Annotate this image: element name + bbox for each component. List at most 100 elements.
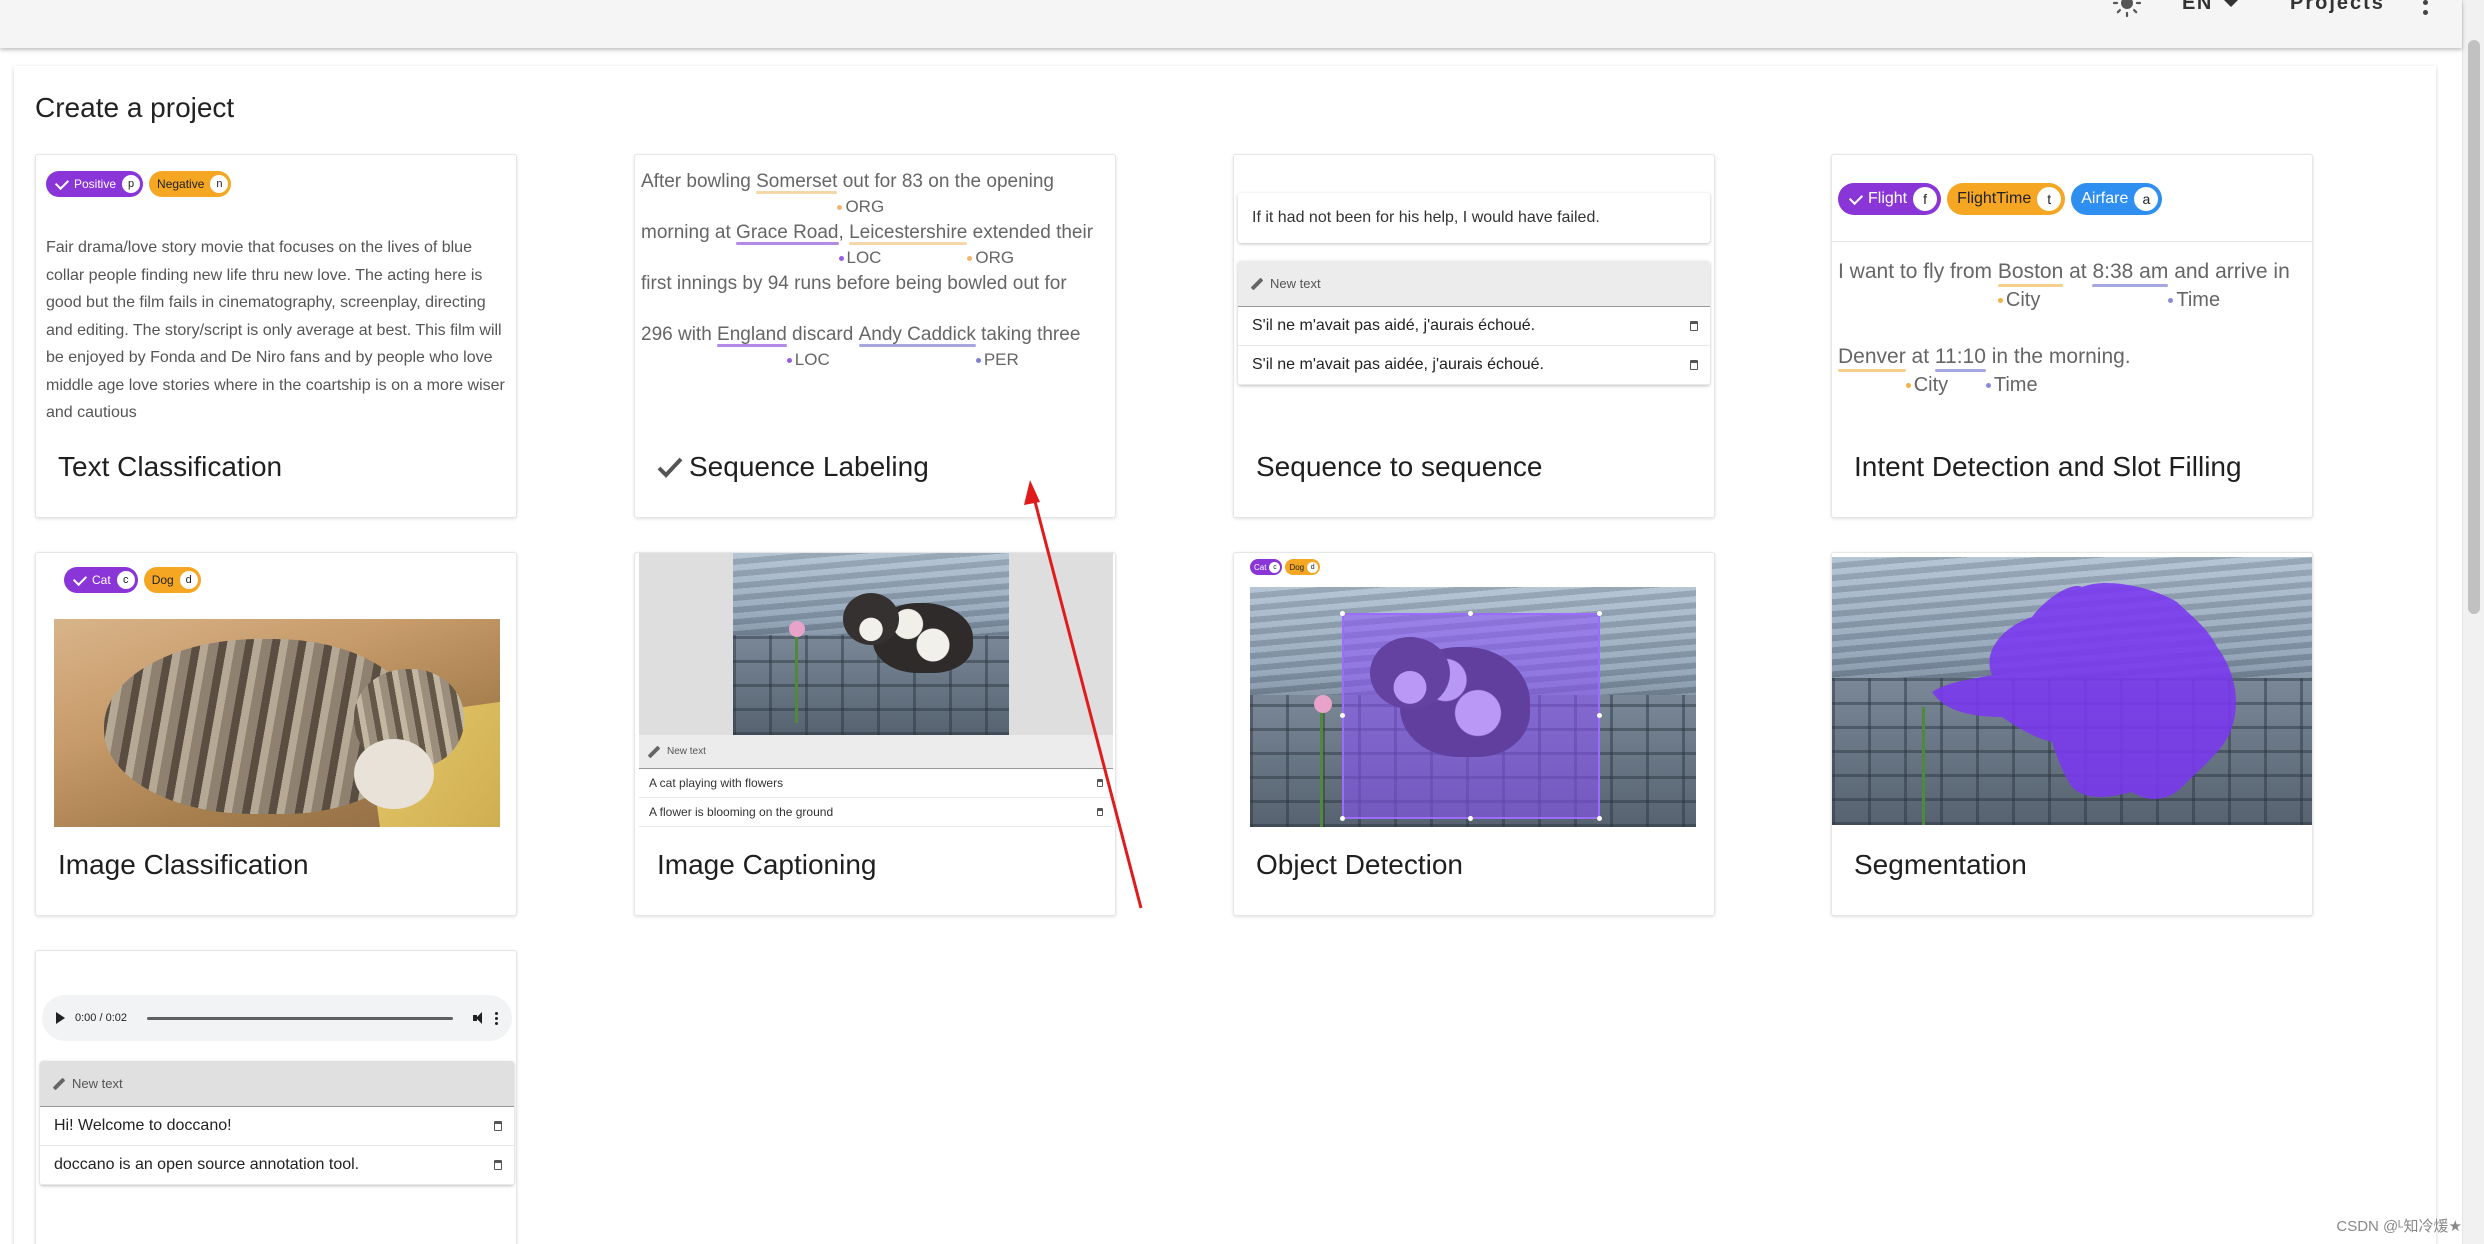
projects-button[interactable]: Projects <box>2290 0 2385 18</box>
text-line: I want to fly from Boston City at 8:38 am… <box>1838 257 2312 342</box>
list-item: S'il ne m'avait pas aidée, j'aurais écho… <box>1238 346 1710 385</box>
delete-icon <box>1097 808 1103 816</box>
pencil-icon <box>1250 277 1264 290</box>
slot-span: 11:10 Time <box>1934 342 2038 396</box>
list-item: Hi! Welcome to doccano! <box>40 1107 514 1146</box>
play-icon[interactable] <box>56 1012 65 1024</box>
card-sequence-to-sequence[interactable]: If it had not been for his help, I would… <box>1233 154 1715 518</box>
label-chip-dog: Dog d <box>1285 559 1321 575</box>
seq2seq-demo: If it had not been for his help, I would… <box>1234 155 1714 455</box>
list-item: A flower is blooming on the ground <box>639 798 1113 827</box>
kitten-photo <box>733 553 1009 735</box>
card-title: Sequence Labeling <box>657 451 929 483</box>
card-speech-to-text[interactable]: 0:00 / 0:02 New text Hi! Welcome to docc… <box>35 950 517 1244</box>
check-icon <box>72 571 88 586</box>
entity-span: England LOC <box>717 322 830 369</box>
label-chip-flight: Flight f <box>1838 183 1942 215</box>
kitten-photo <box>1250 587 1696 827</box>
text-line: 296 with England LOC discard Andy Caddick… <box>641 322 1111 369</box>
text-line: morning at Grace Road LOC, Leicestershire… <box>641 220 1111 271</box>
audio-player[interactable]: 0:00 / 0:02 <box>42 995 512 1041</box>
sequence-labeling-demo: After bowling Somerset ORG out for 83 on … <box>635 155 1115 455</box>
new-text-field: New text <box>639 735 1113 769</box>
checkmark-icon <box>657 457 683 478</box>
slot-span: 8:38 am Time <box>2092 257 2220 311</box>
label-chip-flighttime: FlightTime t <box>1947 183 2066 215</box>
delete-icon <box>494 1160 502 1170</box>
card-text-classification[interactable]: Positive p Negative n Fair drama/love stor… <box>35 154 517 518</box>
volume-icon[interactable] <box>473 1012 485 1024</box>
vertical-scrollbar[interactable] <box>2462 0 2484 1244</box>
card-title: Sequence to sequence <box>1256 451 1543 482</box>
delete-icon <box>1690 360 1698 370</box>
list-item: A cat playing with flowers <box>639 769 1113 798</box>
delete-icon <box>1690 321 1698 331</box>
entity-span: Leicestershire ORG <box>849 220 1014 267</box>
card-image-captioning[interactable]: New text A cat playing with flowers A fl… <box>634 552 1116 916</box>
card-title: Text Classification <box>58 451 283 482</box>
check-icon <box>1848 190 1864 205</box>
slot-span: Boston City <box>1997 257 2064 311</box>
delete-icon <box>494 1121 502 1131</box>
app-bar: EN Projects <box>0 0 2462 48</box>
card-title: Image Captioning <box>657 849 877 880</box>
object-detection-demo: Cat c Dog d <box>1234 553 1714 853</box>
kitten-photo <box>1832 557 2312 825</box>
label-chip-dog: Dog d <box>143 567 201 593</box>
chevron-down-icon <box>2222 0 2239 7</box>
cat-photo <box>54 619 500 827</box>
image-frame <box>639 553 1113 735</box>
card-title: Segmentation <box>1854 849 2027 880</box>
pencil-icon <box>52 1077 66 1090</box>
entity-span: Somerset ORG <box>756 169 884 216</box>
new-text-field: New text <box>1238 261 1710 307</box>
text-line: Denver City at 11:10 Time in the morning. <box>1838 342 2312 396</box>
pencil-icon <box>647 745 661 758</box>
slot-span: Denver City <box>1838 342 1948 396</box>
translation-panel: New text S'il ne m'avait pas aidé, j'aur… <box>1238 261 1710 385</box>
segmentation-demo <box>1832 553 2312 853</box>
page-title: Create a project <box>35 92 235 123</box>
text-line: After bowling Somerset ORG out for 83 on … <box>641 169 1111 220</box>
text-classification-demo: Positive p Negative n Fair drama/love stor… <box>36 155 516 455</box>
bounding-box[interactable] <box>1340 611 1602 821</box>
kebab-menu-icon[interactable] <box>2420 0 2430 20</box>
scrollbar-thumb[interactable] <box>2468 40 2480 614</box>
watermark: CSDN @ᴸ知冷煖★ <box>2336 1218 2462 1235</box>
language-label: EN <box>2182 0 2213 14</box>
caption-panel: New text A cat playing with flowers A fl… <box>639 735 1113 827</box>
segmentation-mask[interactable] <box>1832 557 2312 825</box>
card-image-classification[interactable]: Cat c Dog d Image Classification <box>35 552 517 916</box>
label-chip-cat: Cat c <box>1250 559 1283 575</box>
check-icon <box>54 175 70 190</box>
transcript-panel: New text Hi! Welcome to doccano! doccano… <box>40 1061 514 1185</box>
label-chip-positive: Positive p <box>46 171 144 197</box>
card-title: Object Detection <box>1256 849 1463 880</box>
new-text-field: New text <box>40 1061 514 1107</box>
intent-detection-demo: Flight f FlightTime t Airfare a I want to f… <box>1832 155 2312 455</box>
list-item: S'il ne m'avait pas aidé, j'aurais échou… <box>1238 307 1710 346</box>
card-title: Intent Detection and Slot Filling <box>1854 451 2242 482</box>
card-sequence-labeling[interactable]: After bowling Somerset ORG out for 83 on … <box>634 154 1116 518</box>
sun-icon[interactable] <box>2112 0 2142 18</box>
delete-icon <box>1097 779 1103 787</box>
list-item: doccano is an open source annotation too… <box>40 1146 514 1185</box>
entity-span: Andy Caddick PER <box>858 322 1019 369</box>
text-line: first innings by 94 runs before being bo… <box>641 273 1067 294</box>
card-object-detection[interactable]: Cat c Dog d Object Detection <box>1233 552 1715 916</box>
divider <box>1832 241 2312 242</box>
label-chip-negative: Negative n <box>149 171 232 197</box>
language-selector[interactable]: EN <box>2182 0 2239 18</box>
image-captioning-demo: New text A cat playing with flowers A fl… <box>635 553 1115 853</box>
card-title: Image Classification <box>58 849 309 880</box>
audio-seek-bar[interactable] <box>147 1016 453 1020</box>
speech-to-text-demo: 0:00 / 0:02 New text Hi! Welcome to docc… <box>36 951 516 1244</box>
card-segmentation[interactable]: Segmentation <box>1831 552 2313 916</box>
label-chip-cat: Cat c <box>64 567 138 593</box>
image-classification-demo: Cat c Dog d <box>36 553 516 853</box>
label-chip-airfare: Airfare a <box>2071 183 2163 215</box>
more-options-icon[interactable] <box>495 1010 498 1027</box>
audio-time: 0:00 / 0:02 <box>75 1012 127 1024</box>
review-text: Fair drama/love story movie that focuses… <box>46 239 505 421</box>
card-intent-detection[interactable]: Flight f FlightTime t Airfare a I want to f… <box>1831 154 2313 518</box>
